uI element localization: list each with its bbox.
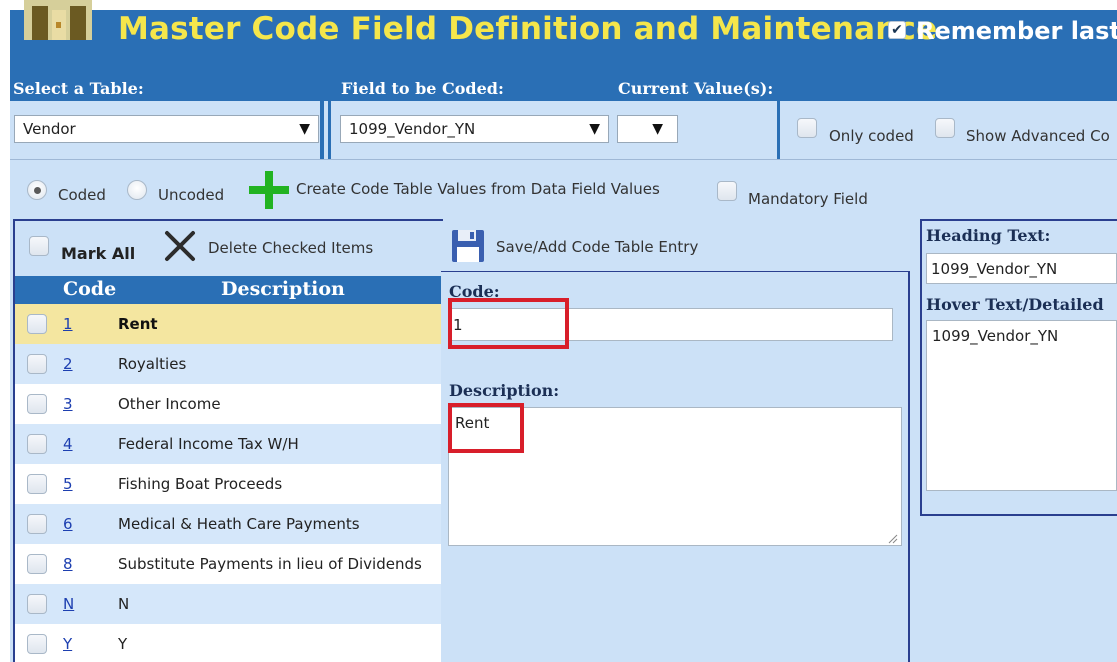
row-checkbox[interactable] (27, 634, 47, 654)
row-description: Y (118, 635, 128, 653)
row-description: Rent (118, 315, 158, 333)
row-description: Other Income (118, 395, 221, 413)
resize-handle-icon[interactable] (886, 532, 898, 544)
divider (777, 101, 780, 159)
row-checkbox[interactable] (27, 434, 47, 454)
app-logo-icon (24, 0, 92, 40)
uncoded-radio[interactable] (127, 180, 147, 200)
row-checkbox[interactable] (27, 554, 47, 574)
hover-text-label: Hover Text/Detailed (926, 295, 1104, 314)
row-checkbox[interactable] (27, 354, 47, 374)
table-row[interactable]: 6 Medical & Heath Care Payments (15, 504, 441, 544)
table-select-value: Vendor (23, 120, 76, 138)
code-link[interactable]: 2 (63, 355, 73, 373)
table-row[interactable]: 8 Substitute Payments in lieu of Dividen… (15, 544, 441, 584)
code-link[interactable]: 3 (63, 395, 73, 413)
heading-text-input[interactable]: 1099_Vendor_YN (926, 253, 1117, 284)
dropdown-arrow-icon: ▼ (299, 121, 310, 137)
highlight-box (448, 298, 569, 349)
uncoded-label: Uncoded (158, 186, 225, 204)
show-advanced-checkbox[interactable] (935, 118, 955, 138)
column-header-code[interactable]: Code (63, 278, 116, 300)
table-row[interactable]: 3 Other Income (15, 384, 441, 424)
code-link[interactable]: Y (63, 635, 72, 653)
row-checkbox[interactable] (27, 474, 47, 494)
table-row[interactable]: N N (15, 584, 441, 624)
mark-all-label: Mark All (61, 244, 136, 263)
plus-icon[interactable] (249, 171, 289, 209)
table-select[interactable]: Vendor ▼ (14, 115, 319, 143)
hover-text-textarea[interactable]: 1099_Vendor_YN (926, 320, 1117, 491)
divider (320, 101, 324, 159)
create-code-values-link[interactable]: Create Code Table Values from Data Field… (296, 180, 660, 198)
show-advanced-label: Show Advanced Co (966, 127, 1110, 145)
select-table-label: Select a Table: (13, 79, 144, 98)
code-link[interactable]: 5 (63, 475, 73, 493)
row-description: Medical & Heath Care Payments (118, 515, 360, 533)
row-description: Royalties (118, 355, 187, 373)
current-value-select[interactable]: ▼ (617, 115, 678, 143)
row-checkbox[interactable] (27, 394, 47, 414)
table-row[interactable]: 5 Fishing Boat Proceeds (15, 464, 441, 504)
highlight-box (448, 403, 524, 453)
row-description: Substitute Payments in lieu of Dividends (118, 555, 422, 573)
heading-text-label: Heading Text: (926, 226, 1051, 245)
row-description: Federal Income Tax W/H (118, 435, 299, 453)
field-to-be-coded-label: Field to be Coded: (341, 79, 504, 98)
row-checkbox[interactable] (27, 314, 47, 334)
coded-label: Coded (58, 186, 106, 204)
mark-all-checkbox[interactable] (29, 236, 49, 256)
field-select-value: 1099_Vendor_YN (349, 120, 476, 138)
floppy-disk-icon[interactable] (451, 229, 485, 263)
row-description: N (118, 595, 130, 613)
table-row[interactable]: 1 Rent (15, 304, 441, 344)
mandatory-field-checkbox[interactable] (717, 181, 737, 201)
only-coded-checkbox[interactable] (797, 118, 817, 138)
save-add-entry-button[interactable]: Save/Add Code Table Entry (496, 238, 698, 256)
dropdown-arrow-icon: ▼ (652, 121, 663, 137)
column-header-description[interactable]: Description (221, 278, 345, 300)
code-link[interactable]: N (63, 595, 74, 613)
selector-label-strip (10, 70, 1117, 101)
field-select[interactable]: 1099_Vendor_YN ▼ (340, 115, 609, 143)
remember-last-checkbox[interactable]: ✔ (888, 21, 906, 39)
only-coded-label: Only coded (829, 127, 914, 145)
table-row[interactable]: Y Y (15, 624, 441, 662)
row-checkbox[interactable] (27, 594, 47, 614)
table-row[interactable]: 2 Royalties (15, 344, 441, 384)
delete-checked-button[interactable]: Delete Checked Items (208, 239, 373, 257)
code-link[interactable]: 6 (63, 515, 73, 533)
code-link[interactable]: 8 (63, 555, 73, 573)
row-description: Fishing Boat Proceeds (118, 475, 283, 493)
coded-radio[interactable] (27, 180, 47, 200)
dropdown-arrow-icon: ▼ (589, 121, 600, 137)
current-values-label: Current Value(s): (618, 79, 774, 98)
remember-last-label: Remember last (916, 17, 1117, 45)
mandatory-field-label: Mandatory Field (748, 190, 868, 208)
page-title: Master Code Field Definition and Mainten… (118, 11, 938, 47)
row-checkbox[interactable] (27, 514, 47, 534)
table-row[interactable]: 4 Federal Income Tax W/H (15, 424, 441, 464)
x-icon[interactable] (164, 230, 196, 262)
divider (328, 101, 331, 159)
description-field-label: Description: (449, 381, 560, 400)
code-link[interactable]: 1 (63, 315, 73, 333)
code-link[interactable]: 4 (63, 435, 73, 453)
